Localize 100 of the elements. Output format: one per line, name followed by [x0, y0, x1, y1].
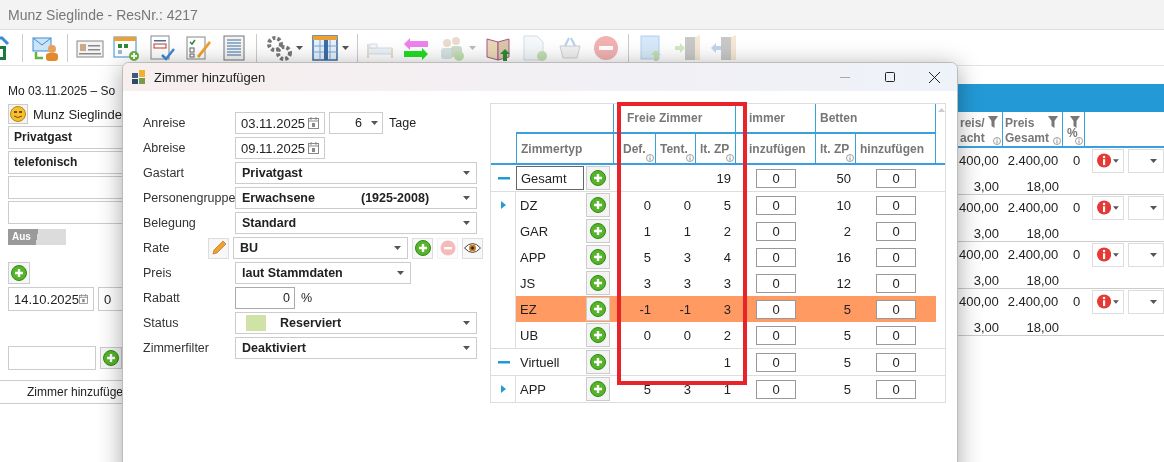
beds-input[interactable]: 0 [876, 299, 916, 319]
table-row[interactable]: GAR 1 1 2 0 2 0 [491, 218, 945, 244]
table-row[interactable]: Gesamt 19 0 50 0 [491, 165, 945, 191]
rooms-input[interactable]: 0 [756, 195, 796, 215]
status-select[interactable]: Reserviert [235, 312, 477, 334]
add-button[interactable] [586, 377, 610, 401]
input-field[interactable] [8, 346, 96, 370]
header-label: % [1067, 126, 1078, 141]
add-button[interactable] [412, 237, 433, 259]
booking-channel-field[interactable]: telefonisch [8, 151, 122, 174]
info-icon [1097, 152, 1112, 169]
table-row[interactable]: UB 0 0 2 0 5 0 [491, 322, 945, 348]
select-field[interactable]: Standard [235, 212, 477, 234]
table-row[interactable]: APP 5 3 4 0 16 0 [491, 244, 945, 270]
toolbar-button[interactable] [311, 33, 349, 62]
number-cell-text: 5 [842, 327, 852, 343]
calendar-icon[interactable] [308, 117, 319, 129]
add-button[interactable] [8, 262, 30, 284]
column-header[interactable]: Tent. [656, 134, 696, 163]
number-cell-text: 2 [722, 327, 732, 343]
edit-button[interactable] [208, 237, 229, 259]
table-row[interactable]: APP 5 3 1 0 5 0 [491, 376, 945, 402]
field-label: Anreise [143, 116, 187, 130]
beds-input[interactable]: 0 [876, 325, 916, 345]
add-button[interactable] [586, 219, 610, 243]
field-label: Rate [143, 241, 171, 255]
number-cell-text: 4 [722, 249, 732, 265]
table-row[interactable]: Virtuell 1 0 5 0 [491, 349, 945, 375]
add-button[interactable] [586, 193, 610, 217]
info-button[interactable] [1092, 195, 1125, 220]
column-header[interactable]: % [1063, 112, 1085, 146]
plus-icon [11, 265, 27, 281]
beds-input[interactable]: 0 [876, 247, 916, 267]
guest-type-field[interactable]: Privatgast [8, 126, 122, 149]
add-button[interactable] [586, 297, 610, 321]
rooms-input[interactable]: 0 [756, 379, 796, 399]
expand-icon[interactable] [500, 201, 506, 209]
toolbar-button[interactable] [220, 33, 248, 62]
expand-icon[interactable] [500, 385, 506, 393]
guest-mood-button[interactable] [8, 104, 28, 124]
view-button[interactable] [462, 237, 483, 259]
add-button[interactable] [586, 271, 610, 295]
beds-input[interactable]: 0 [876, 168, 916, 188]
add-button[interactable] [586, 245, 610, 269]
date-field[interactable]: 14.10.2025 [8, 287, 94, 311]
rooms-input[interactable]: 0 [756, 168, 796, 188]
beds-input[interactable]: 0 [876, 221, 916, 241]
rooms-input[interactable]: 0 [756, 325, 796, 345]
calendar-icon[interactable] [308, 142, 319, 154]
info-button[interactable] [1092, 242, 1125, 267]
info-button[interactable] [1092, 148, 1125, 173]
rooms-input[interactable]: 0 [756, 273, 796, 293]
select-field[interactable]: Erwachsene (1925-2008) [235, 187, 477, 209]
field-label: Rabatt [143, 291, 181, 305]
beds-input[interactable]: 0 [876, 195, 916, 215]
table-row[interactable]: JS 3 3 3 0 12 0 [491, 270, 945, 296]
add-button[interactable] [586, 323, 610, 347]
column-header[interactable]: hinzufügen [856, 134, 936, 163]
select-field[interactable]: laut Stammdaten [235, 262, 411, 284]
beds-input[interactable]: 0 [876, 379, 916, 399]
caret-icon [296, 45, 303, 50]
beds-input[interactable]: 0 [876, 352, 916, 372]
column-header[interactable]: Def. [614, 134, 656, 163]
rooms-input[interactable]: 0 [756, 299, 796, 319]
number-cell-text: 0 [682, 197, 692, 213]
date-field[interactable]: 09.11.2025 [235, 137, 325, 159]
toolbar-button[interactable] [265, 33, 303, 62]
caret-icon [463, 321, 470, 325]
days-spinner[interactable]: 6 [329, 112, 383, 134]
discount-field[interactable]: 0 [235, 287, 295, 309]
filter-icon[interactable] [1070, 116, 1080, 128]
beds-input[interactable]: 0 [876, 273, 916, 293]
add-button[interactable] [100, 347, 122, 369]
select-field[interactable]: BU [233, 237, 408, 259]
toolbar-button[interactable] [184, 33, 212, 62]
table-row[interactable]: DZ 0 0 5 0 10 0 [491, 192, 945, 218]
rooms-input[interactable]: 0 [756, 221, 796, 241]
toolbar-button[interactable] [112, 33, 140, 62]
add-button[interactable] [586, 166, 610, 190]
column-header[interactable]: Zimmertyp [516, 134, 614, 163]
select-field[interactable]: Deaktiviert [235, 337, 477, 359]
toolbar-button[interactable] [148, 33, 176, 62]
calendar-icon[interactable] [79, 293, 88, 305]
column-header[interactable]: Preis Gesamt [1003, 112, 1063, 146]
column-header[interactable]: lt. ZP [816, 134, 856, 163]
table-icon [311, 33, 339, 62]
column-header[interactable]: inzufügen [736, 134, 816, 163]
rooms-input[interactable]: 0 [756, 352, 796, 372]
date-range: Mo 03.11.2025 – So [8, 84, 117, 98]
select-field[interactable]: Privatgast [235, 162, 477, 184]
filter-icon[interactable] [988, 116, 998, 128]
info-button[interactable] [1092, 289, 1125, 314]
date-field[interactable]: 03.11.2025 [235, 112, 325, 134]
add-button[interactable] [586, 350, 610, 374]
filter-icon[interactable] [1048, 116, 1058, 128]
number-cell-text: -1 [638, 301, 652, 317]
number-cell-text: 5 [842, 301, 852, 317]
column-header[interactable]: lt. ZP [696, 134, 736, 163]
rooms-input[interactable]: 0 [756, 247, 796, 267]
room-type-cell-text: JS [519, 274, 537, 293]
